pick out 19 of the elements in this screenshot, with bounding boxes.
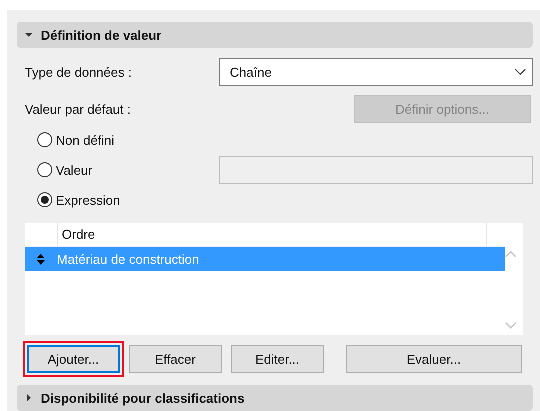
field-label: Type de données :: [25, 64, 132, 80]
triangle-right-icon: [25, 394, 33, 402]
value-field[interactable]: [219, 156, 533, 184]
chevron-down-icon: [515, 68, 526, 76]
triangle-down-icon: [25, 31, 33, 39]
sort-arrows-icon: [37, 254, 45, 264]
scroll-up-icon[interactable]: [505, 251, 517, 258]
data-type-dropdown[interactable]: Chaîne: [219, 58, 533, 86]
radio-option[interactable]: Expression: [37, 192, 120, 208]
action-button[interactable]: Evaluer...: [346, 345, 522, 373]
field-label: Valeur par défaut :: [25, 102, 131, 116]
action-button[interactable]: Editer...: [231, 345, 324, 373]
action-button[interactable]: Effacer: [129, 345, 222, 373]
radio-option[interactable]: Valeur: [37, 162, 93, 178]
column-header[interactable]: Ordre: [57, 223, 487, 246]
radio-option[interactable]: Non défini: [37, 132, 115, 148]
section-header[interactable]: Définition de valeur: [17, 22, 533, 48]
scroll-down-icon[interactable]: [505, 322, 517, 329]
section-header[interactable]: Disponibilité pour classifications: [17, 385, 533, 411]
